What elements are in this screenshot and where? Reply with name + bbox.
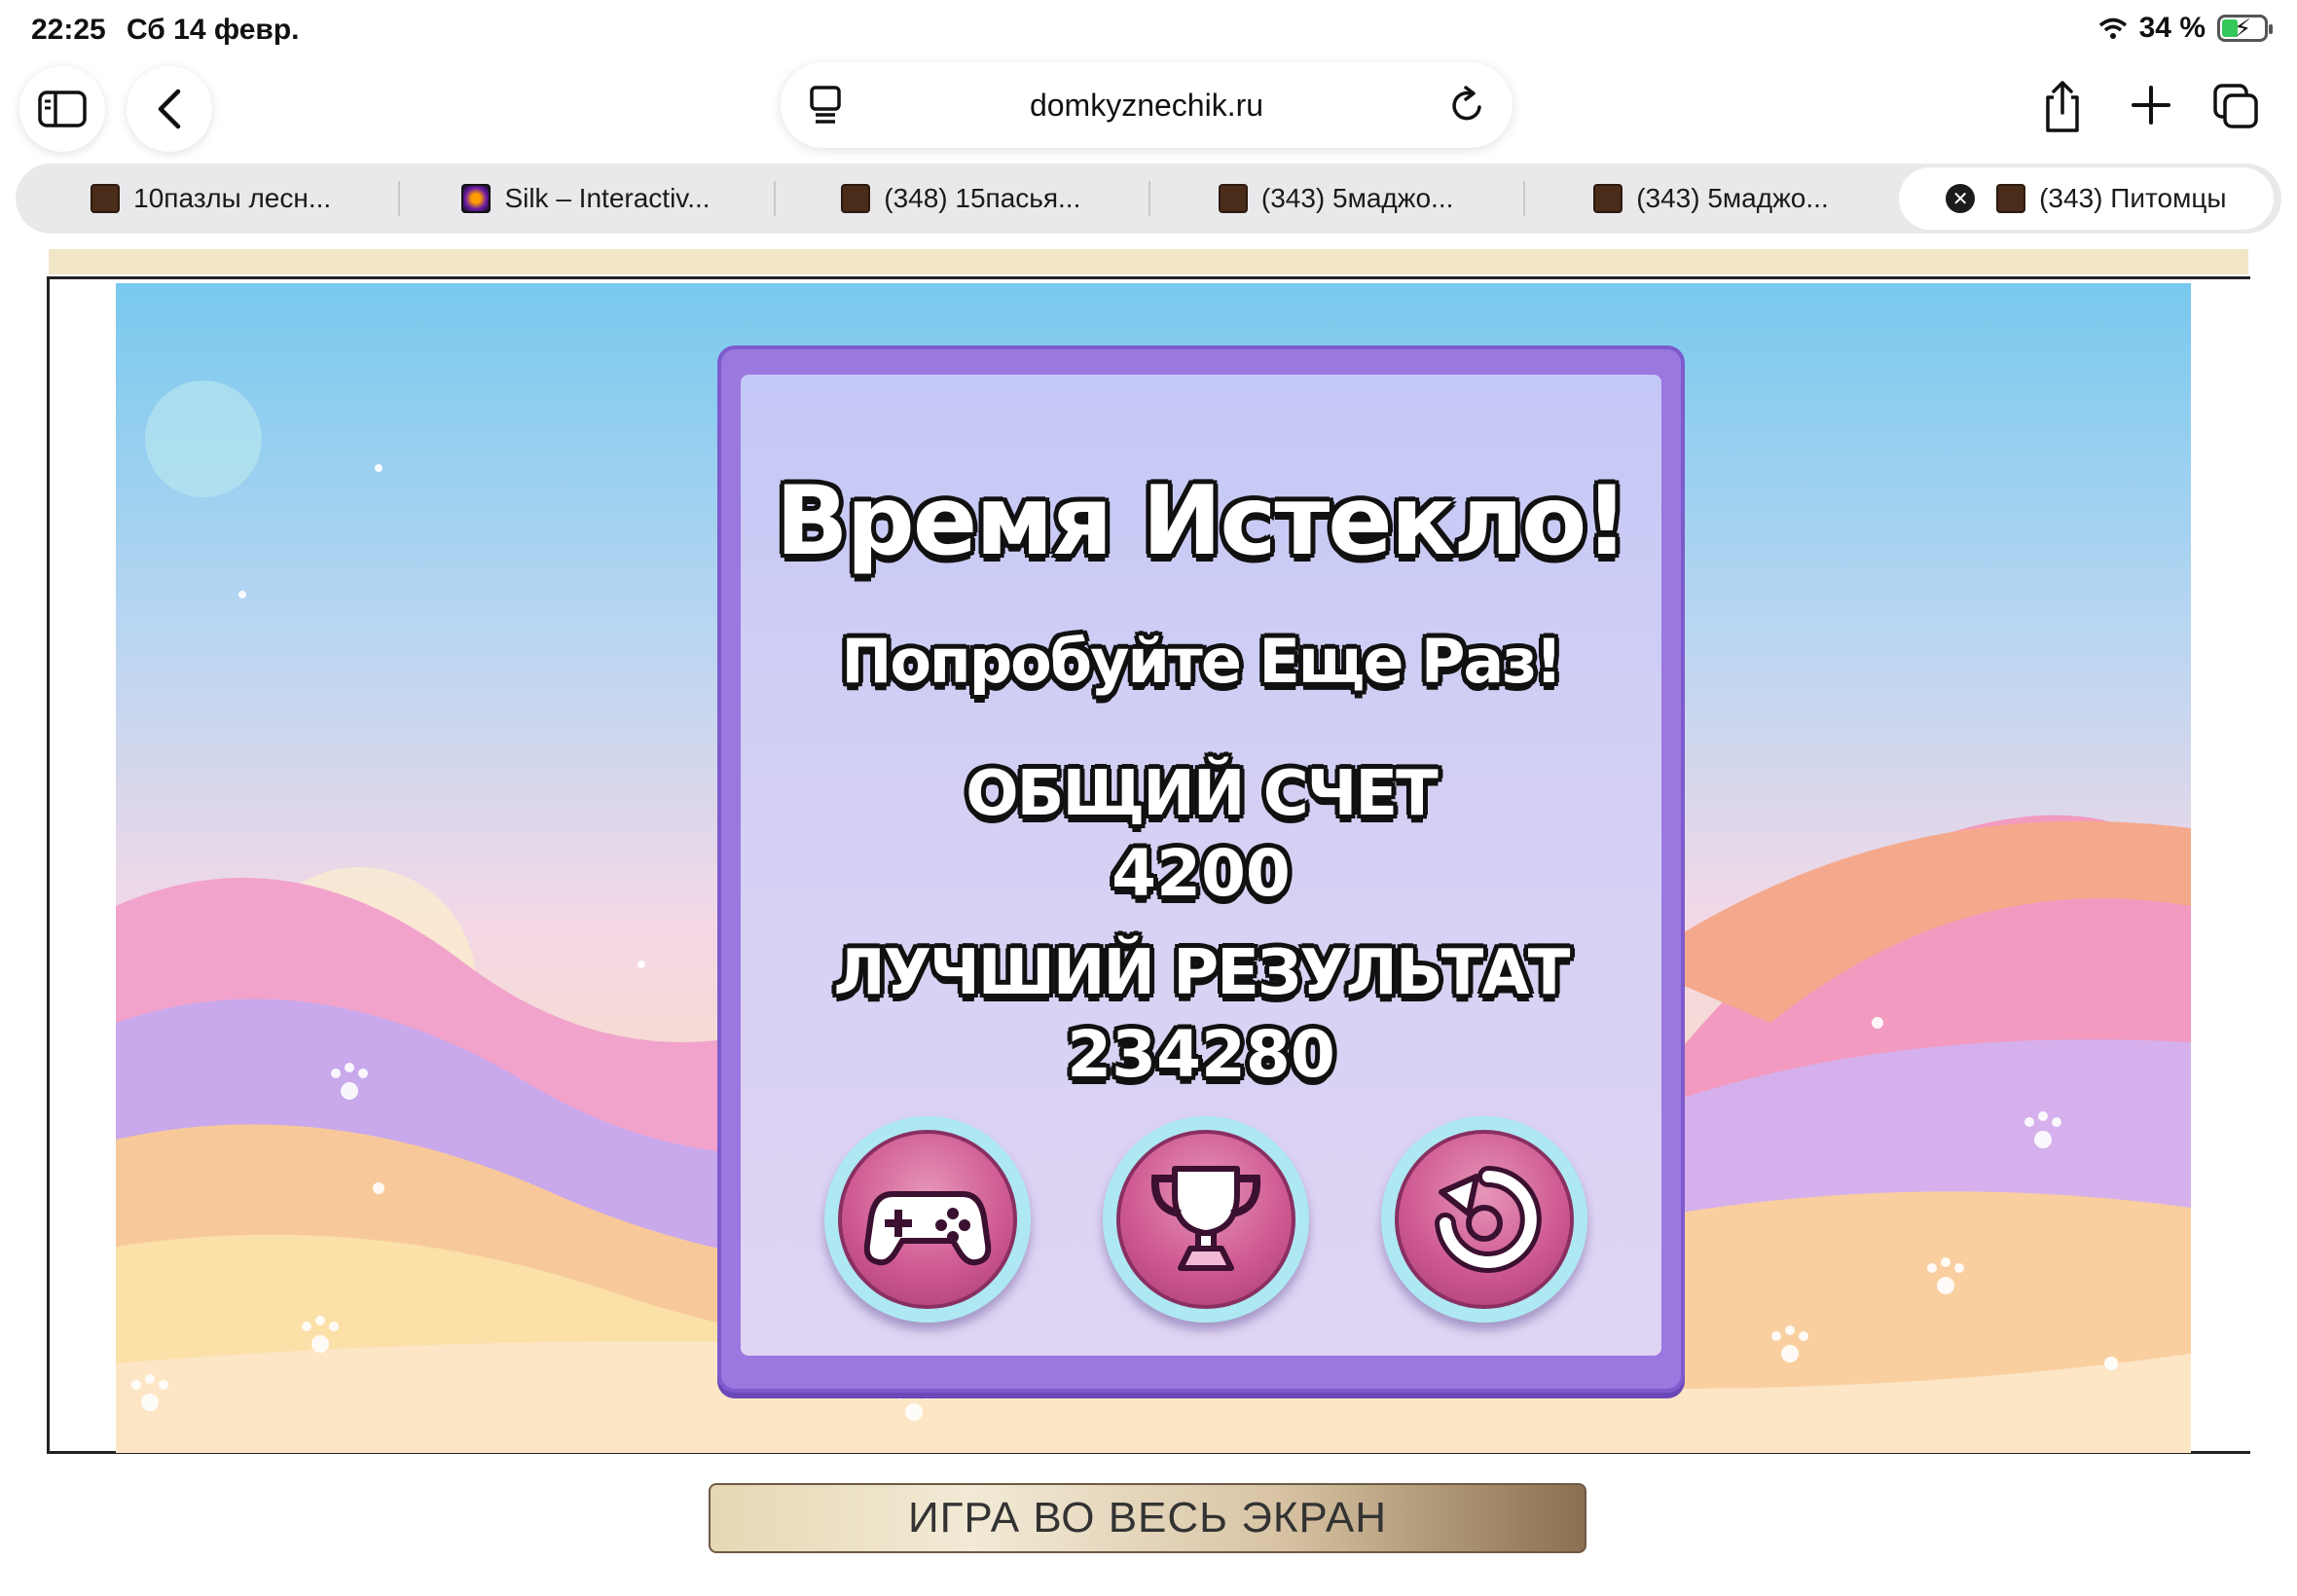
tab-bar: 10пазлы лесн... Silk – Interactiv... (34…	[16, 163, 2281, 234]
back-button[interactable]	[127, 66, 212, 152]
tab-6-active[interactable]: ✕ (343) Питомцы	[1898, 167, 2274, 230]
chevron-left-icon	[158, 89, 181, 129]
tab-label: 10пазлы лесн...	[133, 183, 332, 213]
leaderboard-button[interactable]	[1103, 1116, 1309, 1323]
trophy-icon	[1150, 1166, 1261, 1271]
game-favicon-icon	[841, 184, 871, 213]
battery-percent: 34 %	[2138, 12, 2206, 44]
game-favicon-icon	[1218, 184, 1248, 213]
game-favicon-icon	[91, 184, 121, 213]
tab-4[interactable]: (343) 5маджо...	[1148, 167, 1523, 230]
sidebar-icon	[38, 91, 87, 127]
status-date: Сб 14 февр.	[127, 14, 300, 46]
game-favicon-icon	[1996, 184, 2026, 213]
game-favicon-icon	[1593, 184, 1623, 213]
total-score-value: 4200	[1112, 836, 1291, 911]
tab-5[interactable]: (343) 5маджо...	[1523, 167, 1898, 230]
status-time: 22:25	[31, 14, 106, 46]
sidebar-button[interactable]	[19, 66, 105, 152]
best-score-label: ЛУЧШИЙ РЕЗУЛЬТАТ	[833, 937, 1571, 1009]
status-bar: 22:25 Сб 14 февр. 34 % ⚡	[0, 0, 2297, 58]
tab-label: (348) 15пасья...	[884, 183, 1081, 213]
fullscreen-game-button[interactable]: ИГРА ВО ВЕСЬ ЭКРАН	[709, 1483, 1586, 1553]
dialog-title: Время Истекло!	[775, 466, 1628, 577]
tab-1[interactable]: 10пазлы лесн...	[23, 167, 398, 230]
dialog-subtitle: Попробуйте Еще Раз!	[841, 626, 1562, 697]
tab-label: (343) 5маджо...	[1260, 183, 1454, 213]
tabs-overview-icon[interactable]	[2211, 82, 2260, 130]
address-bar[interactable]: domkyznechik.ru	[781, 62, 1513, 148]
more-games-button[interactable]	[824, 1116, 1031, 1323]
tab-label: Silk – Interactiv...	[504, 183, 711, 213]
browser-toolbar: domkyznechik.ru	[0, 58, 2297, 156]
tab-2[interactable]: Silk – Interactiv...	[398, 167, 773, 230]
share-icon[interactable]	[2040, 80, 2085, 134]
status-right: 34 % ⚡	[2098, 12, 2273, 45]
page-top-strip	[49, 249, 2248, 274]
battery-icon: ⚡	[2217, 14, 2273, 43]
game-frame: Время Истекло! Попробуйте Еще Раз! ОБЩИЙ…	[47, 276, 2250, 1454]
new-tab-icon[interactable]	[2130, 84, 2172, 127]
fullscreen-game-label: ИГРА ВО ВЕСЬ ЭКРАН	[907, 1494, 1388, 1542]
close-tab-icon[interactable]: ✕	[1946, 184, 1976, 213]
tab-label: (343) Питомцы	[2039, 183, 2227, 213]
url-text[interactable]: domkyznechik.ru	[781, 88, 1513, 124]
restart-button[interactable]	[1381, 1116, 1587, 1323]
tab-label: (343) 5маджо...	[1636, 183, 1829, 213]
silk-favicon-icon	[461, 184, 492, 213]
tab-3[interactable]: (348) 15пасья...	[773, 167, 1148, 230]
reload-icon[interactable]	[1448, 84, 1487, 127]
restart-icon	[1435, 1166, 1542, 1273]
time-up-dialog: Время Истекло! Попробуйте Еще Раз! ОБЩИЙ…	[717, 345, 1685, 1393]
best-score-value: 234280	[1067, 1017, 1335, 1092]
gamepad-icon	[863, 1191, 992, 1266]
total-score-label: ОБЩИЙ СЧЕТ	[966, 758, 1439, 830]
wifi-icon	[2098, 18, 2127, 39]
game-canvas[interactable]: Время Истекло! Попробуйте Еще Раз! ОБЩИЙ…	[116, 283, 2191, 1453]
